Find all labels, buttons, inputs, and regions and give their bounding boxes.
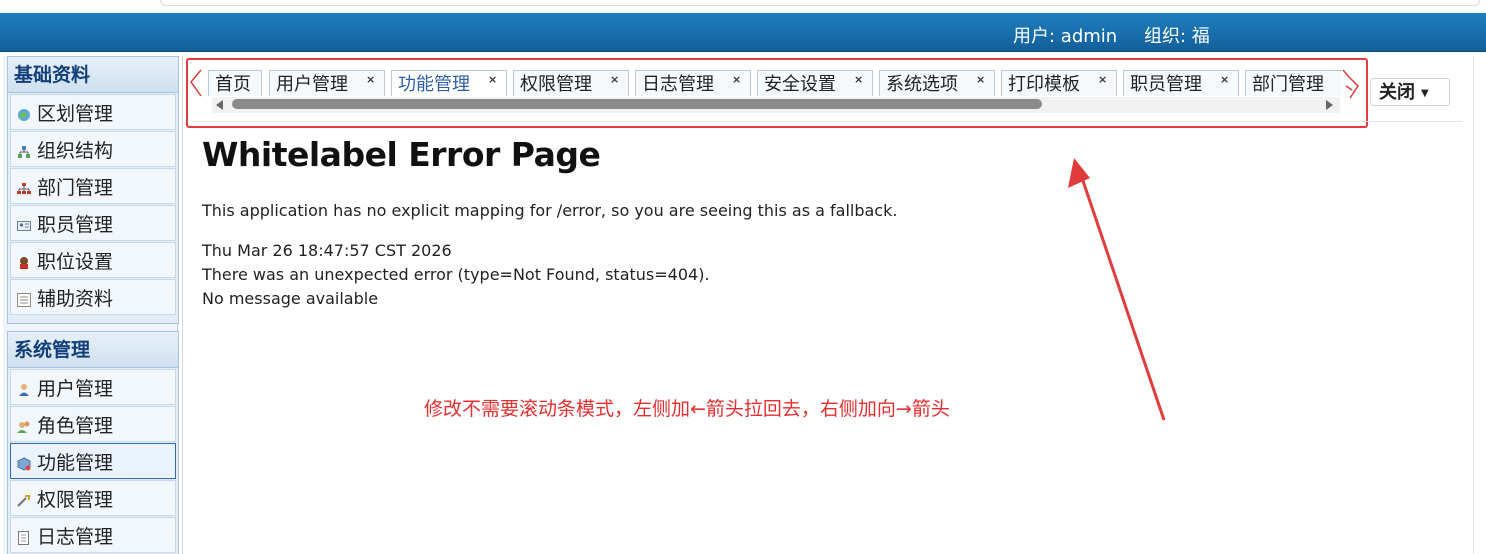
annotation-arrow-icon (1068, 158, 1166, 421)
cube-icon (17, 454, 31, 471)
sidebar-group-system: 系统管理 用户管理 角色管理 功能管理 权限管理 日志管理 (7, 331, 179, 554)
sidebar-item-logs[interactable]: 日志管理 (10, 517, 176, 553)
key-icon (17, 491, 31, 507)
id-card-icon (17, 216, 31, 231)
sidebar-item-label: 部门管理 (37, 176, 114, 199)
sidebar-item-label: 职员管理 (37, 213, 114, 236)
top-header: 用户: admin 组织: 福 (0, 13, 1486, 52)
current-org: 组织: 福 (1144, 26, 1210, 47)
sidebar-item-label: 日志管理 (37, 525, 114, 548)
annotation-text: 修改不需要滚动条模式，左侧加←箭头拉回去，右侧加向→箭头 (424, 398, 950, 420)
caret-down-icon: ▼ (1421, 88, 1429, 99)
org-chart-icon (17, 142, 31, 158)
sidebar-item-auxiliary[interactable]: 辅助资料 (10, 279, 176, 315)
sidebar-item-department[interactable]: 部门管理 (10, 168, 176, 204)
sidebar-item-staff[interactable]: 职员管理 (10, 205, 176, 241)
sidebar-group-basic: 基础资料 区划管理 组织结构 部门管理 职员管理 职位设置 辅助资料 (7, 56, 179, 324)
hand-drawn-left-arrow-icon (190, 69, 202, 97)
close-menu-button[interactable]: 关闭 ▼ (1370, 78, 1450, 106)
user-icon (17, 380, 31, 396)
sidebar-item-label: 组织结构 (37, 139, 114, 162)
hand-drawn-right-arrow-icon (1342, 69, 1359, 99)
error-mapping-text: This application has no explicit mapping… (202, 201, 898, 220)
list-icon (17, 290, 31, 307)
app-window: 用户: admin 组织: 福 基础资料 区划管理 组织结构 部门管理 职员管理 (0, 0, 1486, 554)
error-message: No message available (202, 289, 379, 308)
people-icon (17, 253, 31, 269)
sidebar-item-region[interactable]: 区划管理 (10, 94, 176, 130)
browser-top-strip (0, 0, 1486, 13)
sidebar: 基础资料 区划管理 组织结构 部门管理 职员管理 职位设置 辅助资料 系统管理 … (3, 56, 179, 554)
sidebar-group-title[interactable]: 基础资料 (8, 57, 178, 93)
globe-icon (17, 105, 31, 121)
tabs-separator (192, 121, 1462, 122)
error-unexpected: There was an unexpected error (type=Not … (202, 265, 710, 284)
sidebar-item-roles[interactable]: 角色管理 (10, 406, 176, 442)
error-timestamp: Thu Mar 26 18:47:57 CST 2026 (202, 241, 452, 260)
hierarchy-icon (17, 179, 31, 194)
close-menu-label: 关闭 (1379, 82, 1415, 103)
sidebar-item-label: 功能管理 (37, 451, 114, 474)
address-field-edge (160, 0, 1480, 6)
sidebar-item-users[interactable]: 用户管理 (10, 369, 176, 405)
document-icon (17, 528, 31, 545)
sidebar-item-org-structure[interactable]: 组织结构 (10, 131, 176, 167)
sidebar-item-label: 用户管理 (37, 377, 114, 400)
sidebar-item-label: 职位设置 (37, 250, 114, 273)
current-user: 用户: admin (1013, 26, 1118, 47)
sidebar-item-position[interactable]: 职位设置 (10, 242, 176, 278)
sidebar-item-functions[interactable]: 功能管理 (10, 443, 176, 479)
sidebar-group-title[interactable]: 系统管理 (8, 332, 178, 368)
sidebar-item-permissions[interactable]: 权限管理 (10, 480, 176, 516)
annotation-highlight-box (186, 58, 1368, 128)
sidebar-item-label: 区划管理 (37, 102, 114, 125)
error-title: Whitelabel Error Page (202, 135, 601, 174)
roles-icon (17, 417, 31, 433)
sidebar-item-label: 辅助资料 (37, 287, 114, 310)
sidebar-item-label: 权限管理 (37, 488, 114, 511)
sidebar-item-label: 角色管理 (37, 414, 114, 437)
